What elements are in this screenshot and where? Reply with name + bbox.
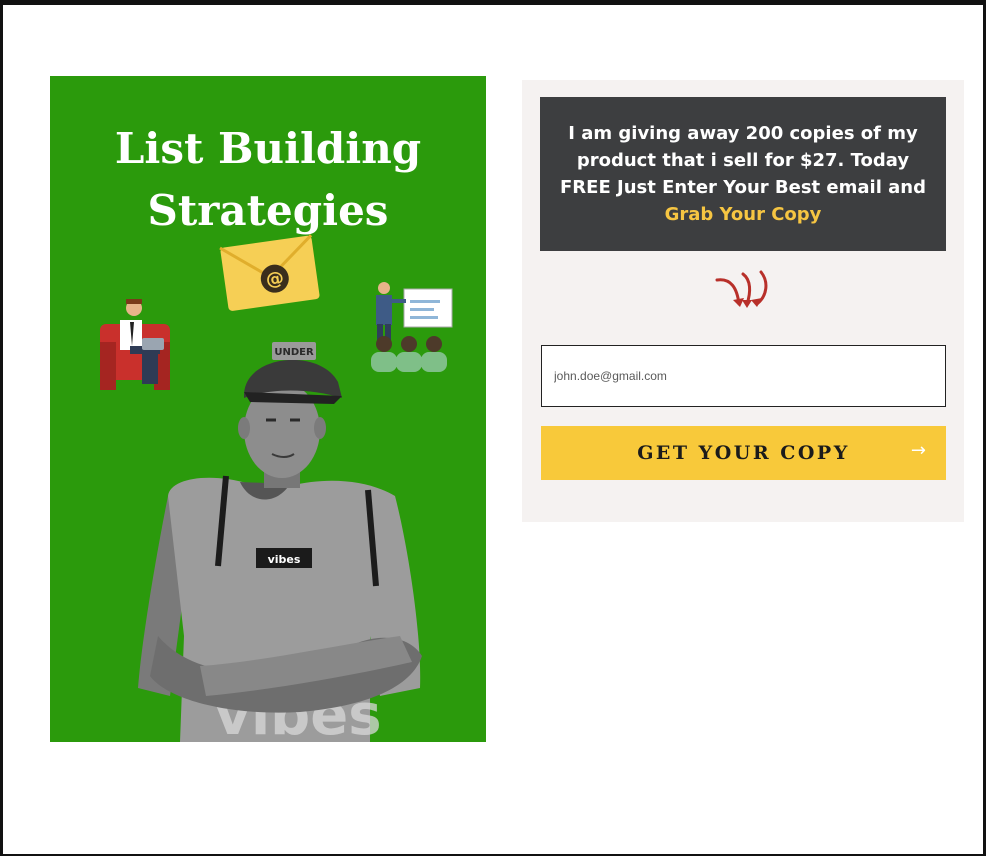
offer-banner: I am giving away 200 copies of my produc… (540, 97, 946, 251)
optin-panel: I am giving away 200 copies of my produc… (522, 80, 964, 522)
cap-text: UNDER (274, 347, 314, 358)
ebook-cover: @ vibes vibes UNDER List Building Strate… (50, 76, 486, 742)
offer-line-2: product that i sell for $27. Today (576, 150, 910, 171)
shirt-badge-text: vibes (268, 553, 301, 566)
offer-line-3: FREE Just Enter Your Best email and (560, 177, 926, 198)
cover-title-line2: Strategies (147, 186, 389, 235)
envelope-at-sign: @ (264, 268, 285, 291)
email-input[interactable] (541, 345, 946, 407)
get-your-copy-button[interactable]: GET YOUR COPY → (541, 426, 946, 480)
get-your-copy-label: GET YOUR COPY (637, 442, 850, 464)
curved-down-arrows-icon (715, 270, 768, 308)
armchair-worker-icon (100, 299, 170, 390)
presentation-icon (371, 282, 453, 372)
cover-title-line1: List Building (114, 124, 422, 173)
author-photo: vibes vibes UNDER (138, 342, 422, 742)
offer-highlight: Grab Your Copy (664, 204, 822, 225)
arrow-right-icon: → (910, 440, 926, 461)
cover-title: List Building Strategies (50, 118, 486, 242)
offer-line-1: I am giving away 200 copies of my (568, 123, 918, 144)
envelope-icon: @ (219, 234, 320, 311)
